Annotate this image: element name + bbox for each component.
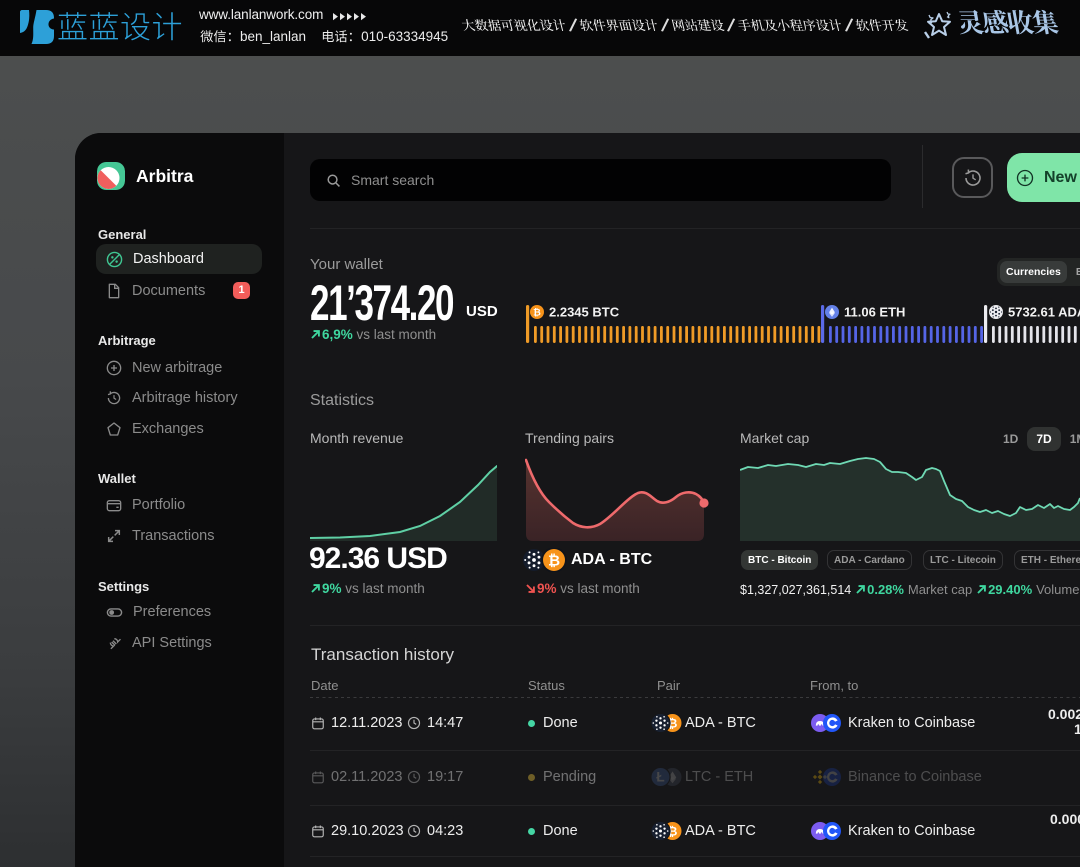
svg-text:2.2345 BTC: 2.2345 BTC — [549, 305, 620, 320]
svg-text:₿: ₿ — [548, 553, 560, 569]
svg-text:11.06 ETH: 11.06 ETH — [844, 305, 905, 320]
svg-text:Ł: Ł — [656, 770, 664, 785]
svg-text:₿: ₿ — [533, 307, 541, 318]
svg-text:5732.61 ADA: 5732.61 ADA — [1008, 305, 1080, 320]
